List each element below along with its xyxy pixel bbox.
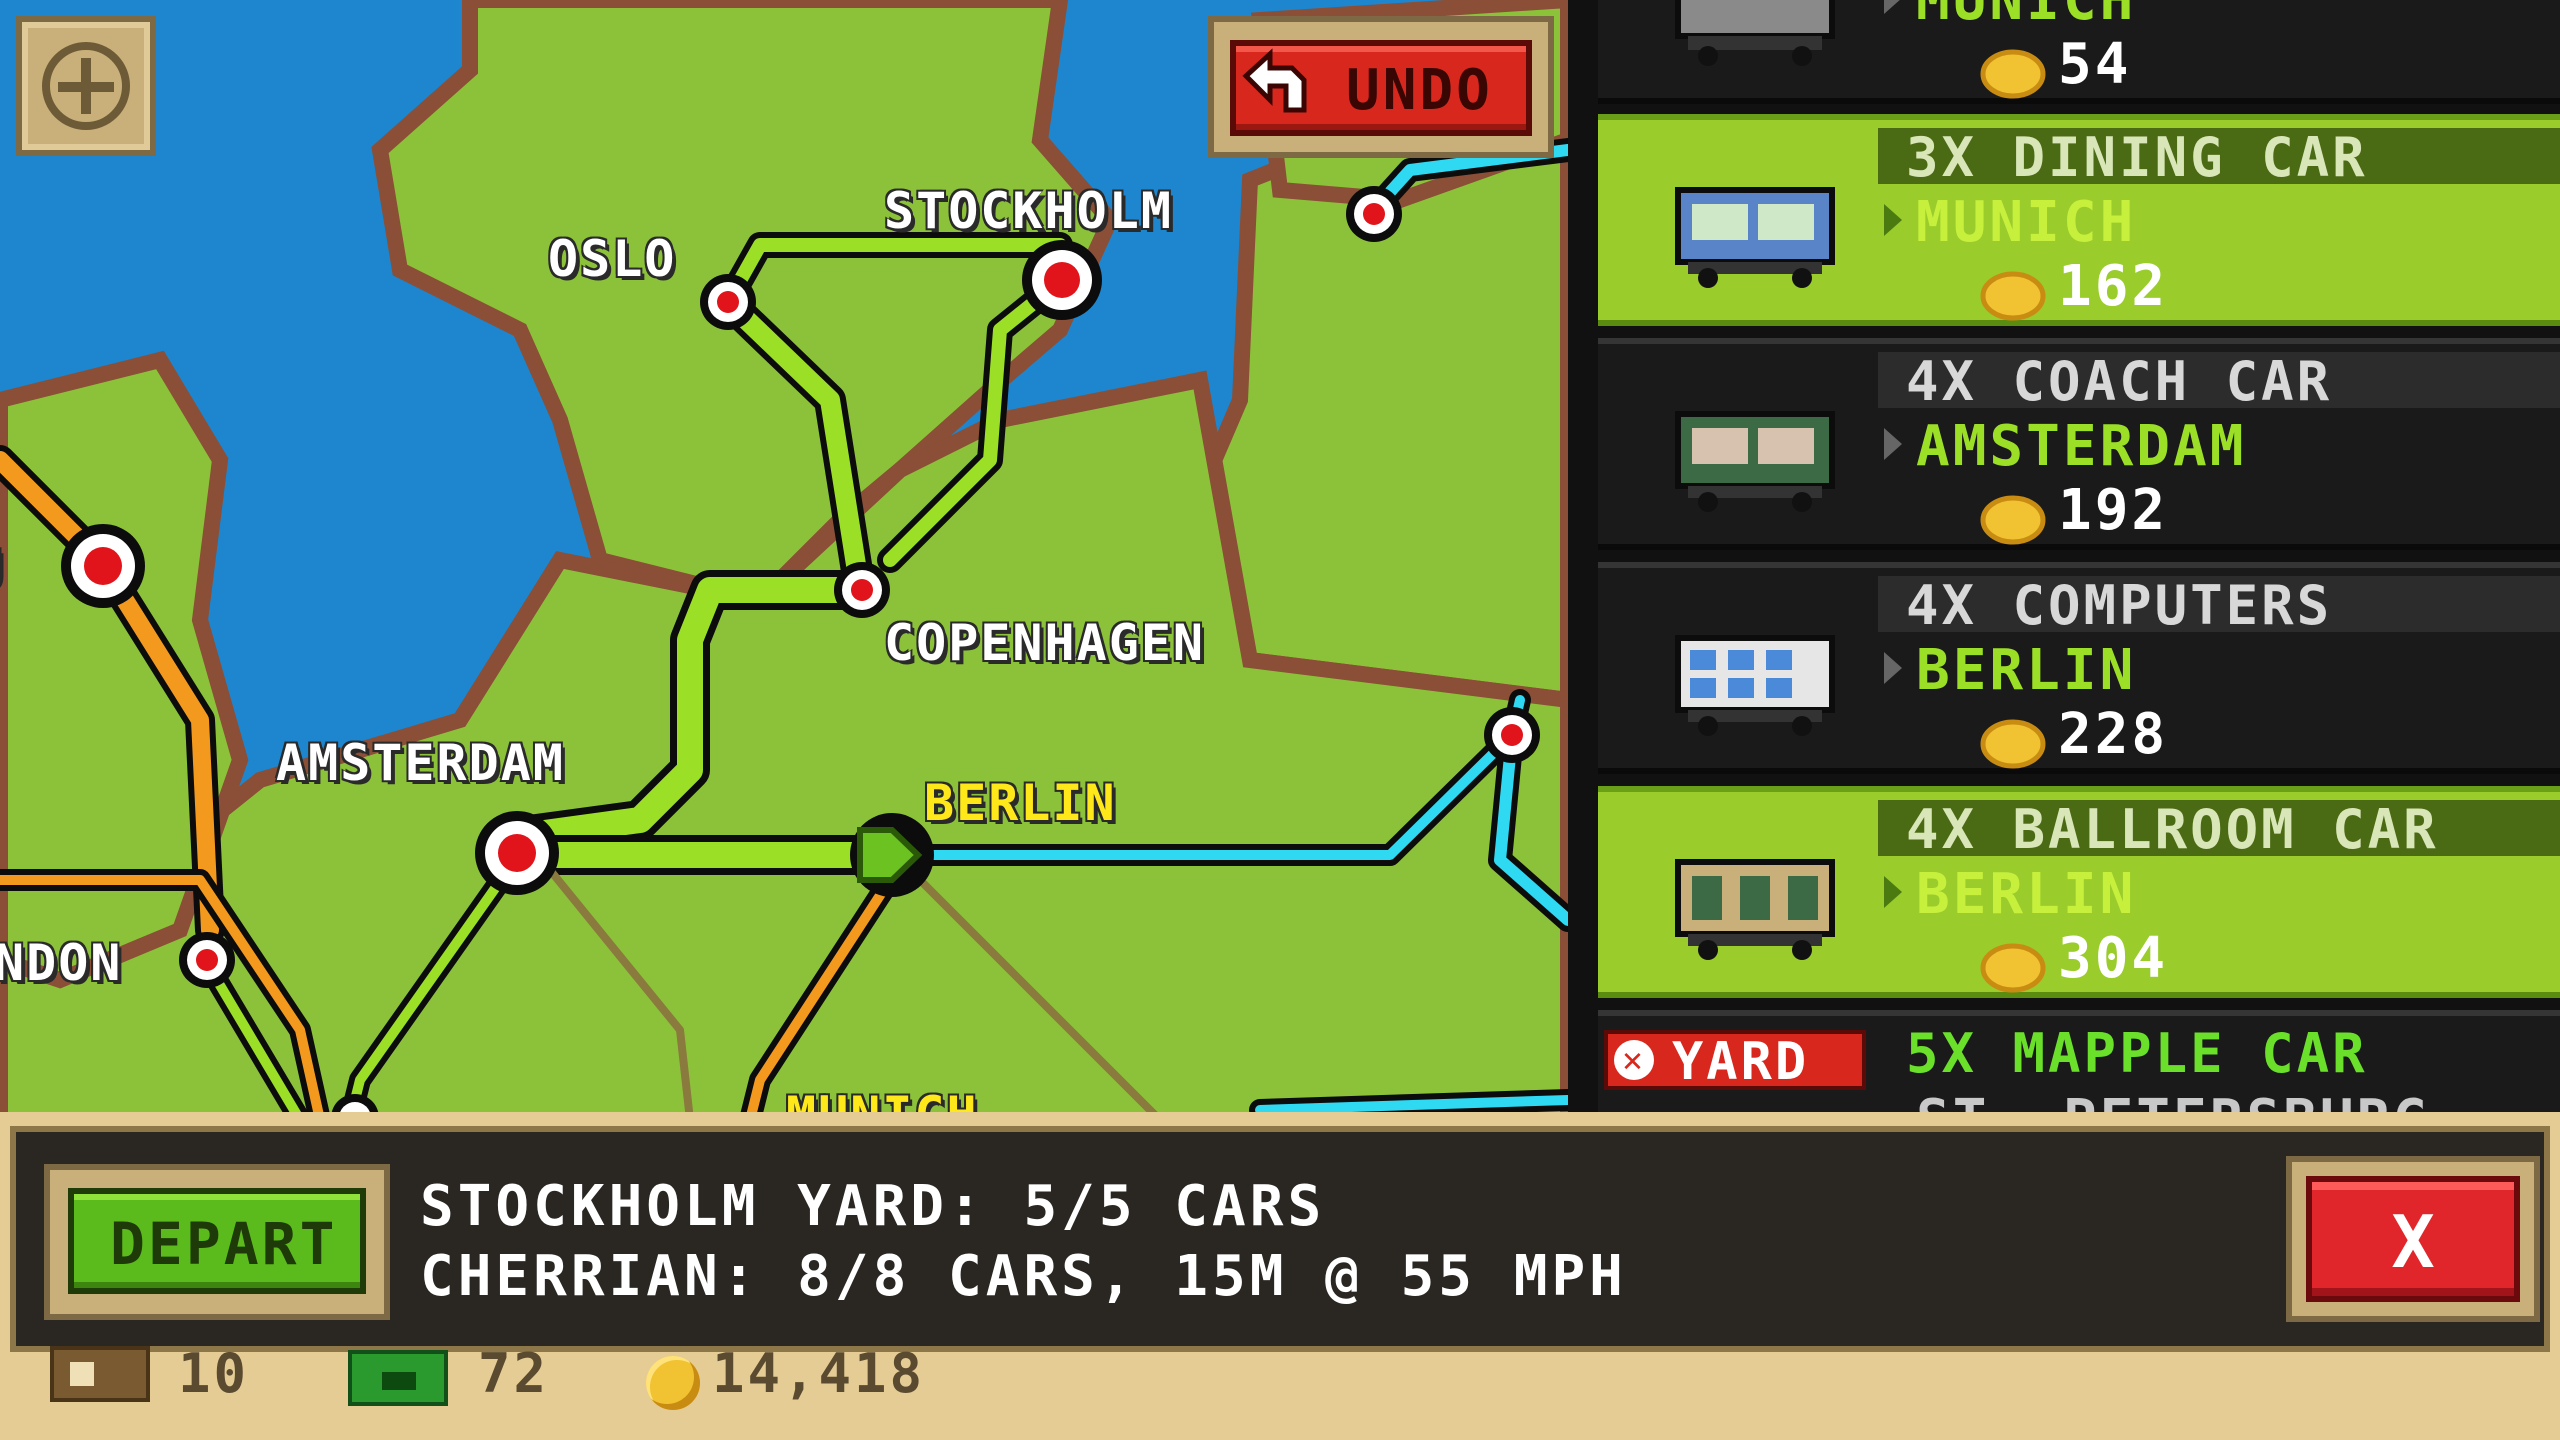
station-stockholm bbox=[1022, 240, 1102, 320]
city-label-stockholm: STOCKHOLM bbox=[884, 182, 1173, 240]
bux-count: 72 bbox=[478, 1342, 550, 1405]
arrow-icon bbox=[1884, 876, 1902, 908]
freight-car-icon bbox=[1675, 0, 1835, 66]
city-label-uk-partial: U bbox=[0, 540, 4, 598]
cargo-price: 54 bbox=[2058, 32, 2132, 97]
undo-button[interactable]: UNDO bbox=[1230, 40, 1532, 136]
bux-icon bbox=[348, 1350, 448, 1406]
crates-count: 10 bbox=[178, 1342, 250, 1405]
cargo-panel[interactable]: MUNICH 54 3X DINING CAR MUNICH 162 4X CO… bbox=[1568, 0, 2560, 1120]
ballroom-car-icon bbox=[1675, 859, 1835, 960]
cargo-price: 192 bbox=[2058, 478, 2169, 543]
coin-icon bbox=[1980, 271, 2046, 321]
arrow-icon bbox=[1884, 204, 1902, 236]
yard-status-text: STOCKHOLM YARD: 5/5 CARS bbox=[420, 1174, 1326, 1239]
cargo-destination: BERLIN bbox=[1916, 862, 2137, 927]
world-map[interactable]: OSLO STOCKHOLM COPENHAGEN AMSTERDAM BERL… bbox=[0, 0, 1568, 1120]
undo-arrow-icon bbox=[1242, 48, 1307, 113]
train-marker-berlin bbox=[850, 813, 934, 897]
city-label-berlin: BERLIN bbox=[924, 774, 1117, 832]
undo-label: UNDO bbox=[1346, 58, 1493, 123]
station-amsterdam bbox=[475, 811, 559, 895]
cargo-row[interactable]: 3X DINING CAR MUNICH 162 bbox=[1598, 114, 2560, 326]
cargo-destination: MUNICH bbox=[1916, 190, 2137, 255]
cargo-title: 3X DINING CAR bbox=[1906, 126, 2368, 189]
cargo-destination: AMSTERDAM bbox=[1916, 414, 2247, 479]
city-label-oslo: OSLO bbox=[548, 230, 677, 288]
undo-button-frame: UNDO bbox=[1208, 16, 1554, 158]
cargo-row[interactable]: MUNICH 54 bbox=[1598, 0, 2560, 104]
cargo-row[interactable]: 4X BALLROOM CAR BERLIN 304 bbox=[1598, 786, 2560, 998]
cargo-title: 4X BALLROOM CAR bbox=[1906, 798, 2439, 861]
city-label-london: NDON bbox=[0, 934, 123, 992]
coin-icon bbox=[1980, 719, 2046, 769]
cargo-destination: MUNICH bbox=[1916, 0, 2137, 33]
station-uk-north bbox=[61, 524, 145, 608]
cargo-title: 4X COMPUTERS bbox=[1906, 574, 2333, 637]
dining-car-icon bbox=[1675, 187, 1835, 288]
arrow-icon bbox=[1884, 0, 1902, 14]
station-copenhagen bbox=[834, 562, 890, 618]
crate-icon bbox=[50, 1346, 150, 1402]
depart-button[interactable]: DEPART bbox=[68, 1188, 366, 1294]
arrow-icon bbox=[1884, 652, 1902, 684]
station-oslo bbox=[700, 274, 756, 330]
cargo-title: 5X MAPPLE CAR bbox=[1906, 1022, 2368, 1085]
cargo-title: 4X COACH CAR bbox=[1906, 350, 2333, 413]
cargo-row[interactable]: 4X COACH CAR AMSTERDAM 192 bbox=[1598, 338, 2560, 550]
status-panel: DEPART STOCKHOLM YARD: 5/5 CARS CHERRIAN… bbox=[10, 1126, 2550, 1352]
train-status-text: CHERRIAN: 8/8 CARS, 15M @ 55 MPH bbox=[420, 1244, 1627, 1309]
coin-icon bbox=[1980, 495, 2046, 545]
station-finland bbox=[1346, 186, 1402, 242]
map-terrain bbox=[0, 0, 1568, 1120]
cargo-destination: BERLIN bbox=[1916, 638, 2137, 703]
cargo-price: 304 bbox=[2058, 926, 2169, 991]
coin-icon bbox=[646, 1356, 700, 1410]
close-button[interactable]: X bbox=[2306, 1176, 2520, 1302]
zoom-in-button[interactable] bbox=[16, 16, 156, 156]
computers-car-icon bbox=[1675, 635, 1835, 736]
city-label-copenhagen: COPENHAGEN bbox=[884, 614, 1206, 672]
coin-count: 14,418 bbox=[712, 1342, 926, 1405]
cargo-row[interactable]: 4X COMPUTERS BERLIN 228 bbox=[1598, 562, 2560, 774]
cargo-price: 162 bbox=[2058, 254, 2169, 319]
close-button-frame: X bbox=[2286, 1156, 2540, 1322]
close-icon: ✕ bbox=[1614, 1040, 1654, 1080]
city-label-amsterdam: AMSTERDAM bbox=[276, 734, 565, 792]
station-london bbox=[179, 932, 235, 988]
depart-button-frame: DEPART bbox=[44, 1164, 390, 1320]
arrow-icon bbox=[1884, 428, 1902, 460]
cargo-price: 228 bbox=[2058, 702, 2169, 767]
coin-icon bbox=[1980, 49, 2046, 99]
station-east bbox=[1484, 707, 1540, 763]
yard-badge[interactable]: ✕ YARD bbox=[1604, 1030, 1866, 1092]
coach-car-icon bbox=[1675, 411, 1835, 512]
coin-icon bbox=[1980, 943, 2046, 993]
